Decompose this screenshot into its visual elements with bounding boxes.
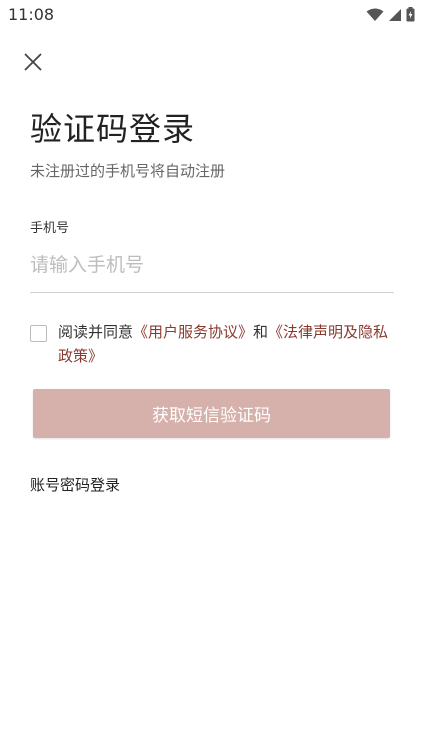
status-time: 11:08 xyxy=(8,5,55,24)
status-icons xyxy=(366,7,415,22)
agreement-connector: 和 xyxy=(253,323,269,341)
battery-icon xyxy=(406,7,415,22)
close-button[interactable] xyxy=(18,48,48,78)
phone-label: 手机号 xyxy=(30,221,70,236)
status-bar: 11:08 xyxy=(0,0,423,30)
close-icon xyxy=(24,53,42,71)
agreement-text: 阅读并同意《用户服务协议》和《法律声明及隐私政策》 xyxy=(58,320,398,368)
subtitle: 未注册过的手机号将自动注册 xyxy=(30,162,226,180)
password-login-link[interactable]: 账号密码登录 xyxy=(30,474,120,495)
get-code-button[interactable]: 获取短信验证码 xyxy=(33,389,390,438)
phone-input[interactable] xyxy=(30,245,394,285)
wifi-icon xyxy=(366,8,384,21)
user-agreement-link[interactable]: 《用户服务协议》 xyxy=(133,323,253,341)
agreement-prefix: 阅读并同意 xyxy=(58,323,134,341)
input-underline xyxy=(30,292,394,293)
page-title: 验证码登录 xyxy=(30,110,196,148)
agree-checkbox[interactable] xyxy=(30,325,47,342)
signal-icon xyxy=(389,8,401,21)
